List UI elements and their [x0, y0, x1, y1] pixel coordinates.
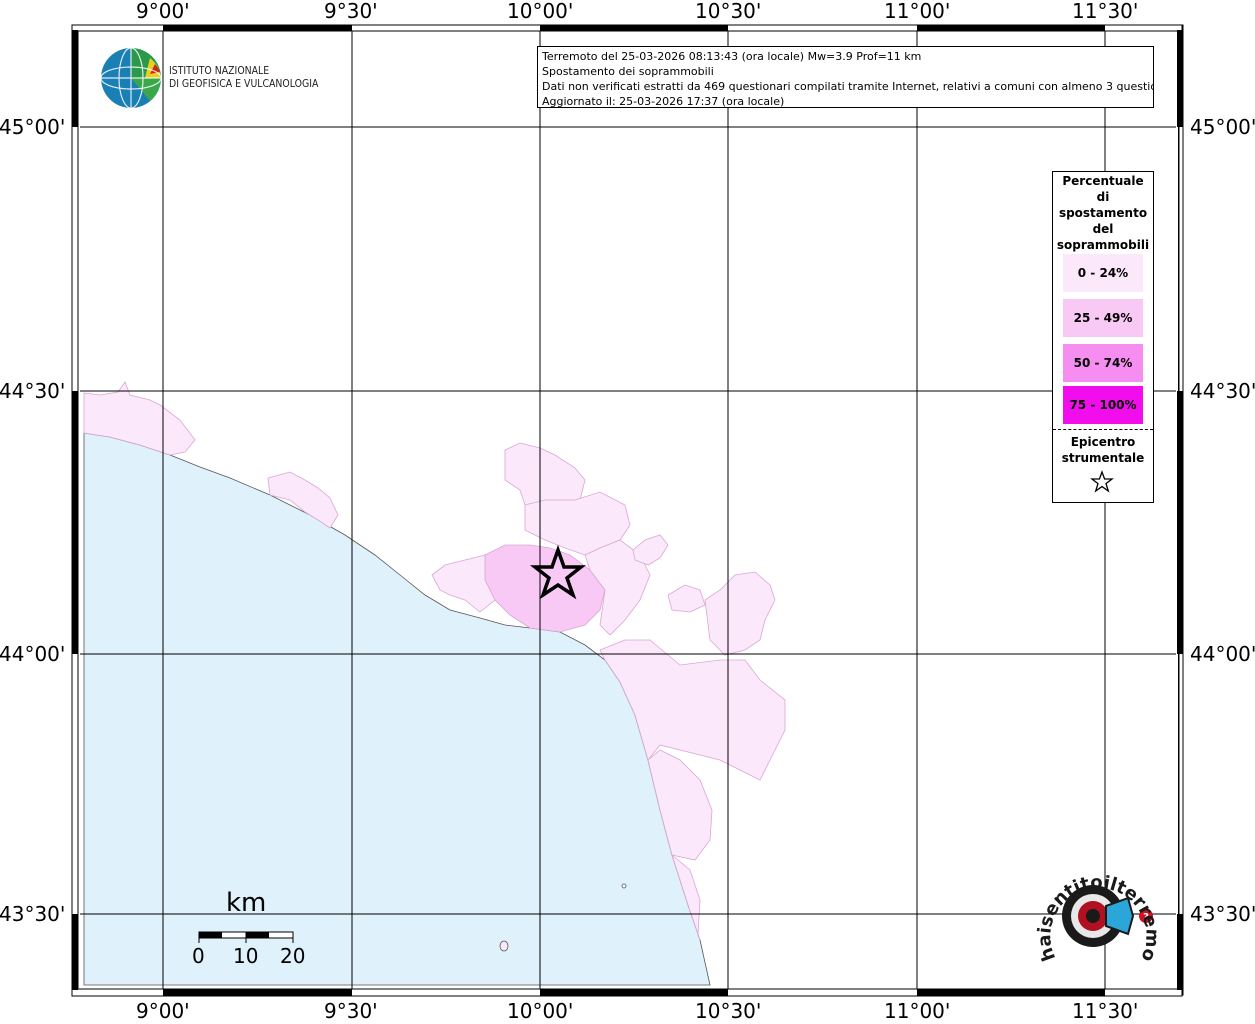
lon-label-top: 9°00': [136, 0, 190, 23]
lon-label-bottom: 11°00': [884, 999, 951, 1023]
lon-label-top: 10°30': [695, 0, 762, 23]
legend-class-0: 0 - 24%: [1063, 254, 1143, 292]
lat-label-left: 44°00': [0, 642, 66, 666]
scale-unit: km: [226, 888, 267, 918]
island-small: [499, 940, 509, 952]
lat-label-right: 43°30': [1190, 902, 1255, 926]
legend-epicenter-line: Epicentro: [1070, 435, 1136, 449]
island-tiny: [621, 883, 627, 889]
ingv-logo-icon: [100, 47, 162, 109]
legend-class-2: 50 - 74%: [1063, 344, 1143, 382]
lon-label-bottom: 10°00': [507, 999, 574, 1023]
lat-label-right: 44°30': [1190, 379, 1255, 403]
lat-label-right: 44°00': [1190, 642, 1255, 666]
scale-label-0: 0: [192, 944, 205, 968]
legend-divider: [1053, 429, 1153, 430]
legend-title-line: di: [1096, 190, 1110, 204]
legend-class-3: 75 - 100%: [1063, 386, 1143, 424]
scale-label-10: 10: [233, 944, 259, 968]
legend-title-line: soprammobili: [1056, 238, 1150, 252]
info-line-topic: Spostamento dei soprammobili: [542, 65, 714, 78]
legend-star-icon: [1090, 470, 1114, 493]
area-east-isle: [632, 534, 669, 566]
legend-epicenter-title: Epicentro strumentale: [1053, 434, 1153, 466]
lon-label-top: 11°30': [1072, 0, 1139, 23]
earthquake-info-box: Terremoto del 25-03-2026 08:13:43 (ora l…: [537, 46, 1154, 108]
lat-label-left: 44°30': [0, 379, 66, 403]
info-line-event: Terremoto del 25-03-2026 08:13:43 (ora l…: [542, 50, 922, 63]
logo-line-1: ISTITUTO NAZIONALE: [169, 64, 270, 77]
lon-label-top: 9°30': [324, 0, 378, 23]
ingv-logo-text: ISTITUTO NAZIONALE DI GEOFISICA E VULCAN…: [169, 64, 318, 90]
info-line-updated: Aggiornato il: 25-03-2026 17:37 (ora loc…: [542, 95, 785, 108]
area-east-big: [704, 571, 776, 656]
legend-title: Percentuale di spostamento del soprammob…: [1053, 172, 1153, 253]
legend-class-1: 25 - 49%: [1063, 299, 1143, 337]
lat-label-left: 45°00': [0, 115, 66, 139]
lon-label-top: 10°00': [507, 0, 574, 23]
intensity-map: ? haisentitoilterremoto.it: [0, 0, 1184, 997]
lon-label-bottom: 9°30': [324, 999, 378, 1023]
legend-box: Percentuale di spostamento del soprammob…: [1052, 171, 1154, 503]
lon-label-bottom: 10°30': [695, 999, 762, 1023]
logo-line-2: DI GEOFISICA E VULCANOLOGIA: [169, 77, 319, 90]
lon-label-bottom: 11°30': [1072, 999, 1139, 1023]
legend-title-line: Percentuale: [1062, 174, 1144, 188]
legend-epicenter-line: strumentale: [1061, 451, 1145, 465]
lon-label-top: 11°00': [884, 0, 951, 23]
area-east-mid: [667, 584, 706, 613]
legend-title-line: spostamento: [1058, 206, 1148, 220]
legend-title-line: del: [1092, 222, 1114, 236]
lon-label-bottom: 9°00': [136, 999, 190, 1023]
lat-label-left: 43°30': [0, 902, 66, 926]
info-line-data-note: Dati non verificati estratti da 469 ques…: [542, 80, 1154, 93]
lat-label-right: 45°00': [1190, 115, 1255, 139]
scale-label-20: 20: [280, 944, 306, 968]
